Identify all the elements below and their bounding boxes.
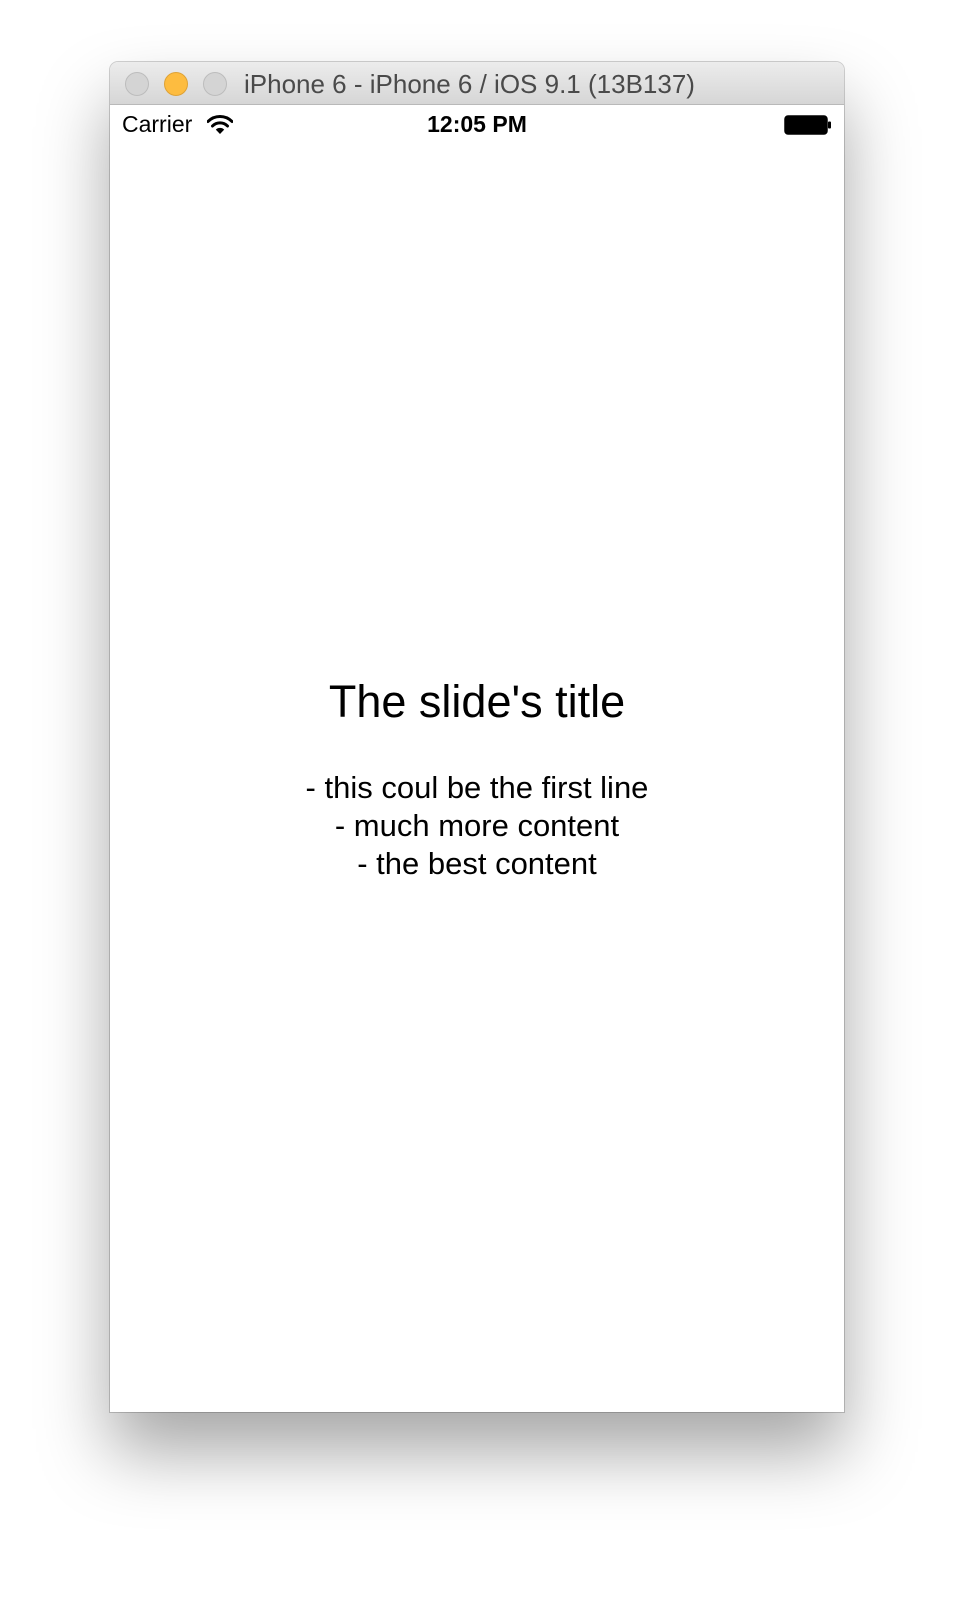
status-time: 12:05 PM bbox=[427, 111, 527, 137]
battery-icon bbox=[784, 115, 831, 135]
window-title: iPhone 6 - iPhone 6 / iOS 9.1 (13B137) bbox=[244, 69, 695, 99]
slide-line: - much more content bbox=[334, 808, 620, 843]
desktop: iPhone 6 - iPhone 6 / iOS 9.1 (13B137) C… bbox=[0, 0, 974, 1602]
window-titlebar[interactable]: iPhone 6 - iPhone 6 / iOS 9.1 (13B137) bbox=[110, 62, 844, 105]
ios-status-bar: Carrier 12:05 PM bbox=[110, 105, 844, 147]
slide-view[interactable]: The slide's title - this coul be the fir… bbox=[110, 147, 844, 1412]
slide-title: The slide's title bbox=[328, 676, 626, 727]
close-button[interactable] bbox=[125, 72, 149, 96]
slide-line: - this coul be the first line bbox=[305, 770, 649, 805]
zoom-button[interactable] bbox=[203, 72, 227, 96]
simulator-window: iPhone 6 - iPhone 6 / iOS 9.1 (13B137) C… bbox=[110, 62, 844, 1412]
slide-content: - this coul be the first line - much mor… bbox=[110, 769, 844, 883]
minimize-button[interactable] bbox=[164, 72, 188, 96]
slide-line: - the best content bbox=[357, 846, 597, 881]
